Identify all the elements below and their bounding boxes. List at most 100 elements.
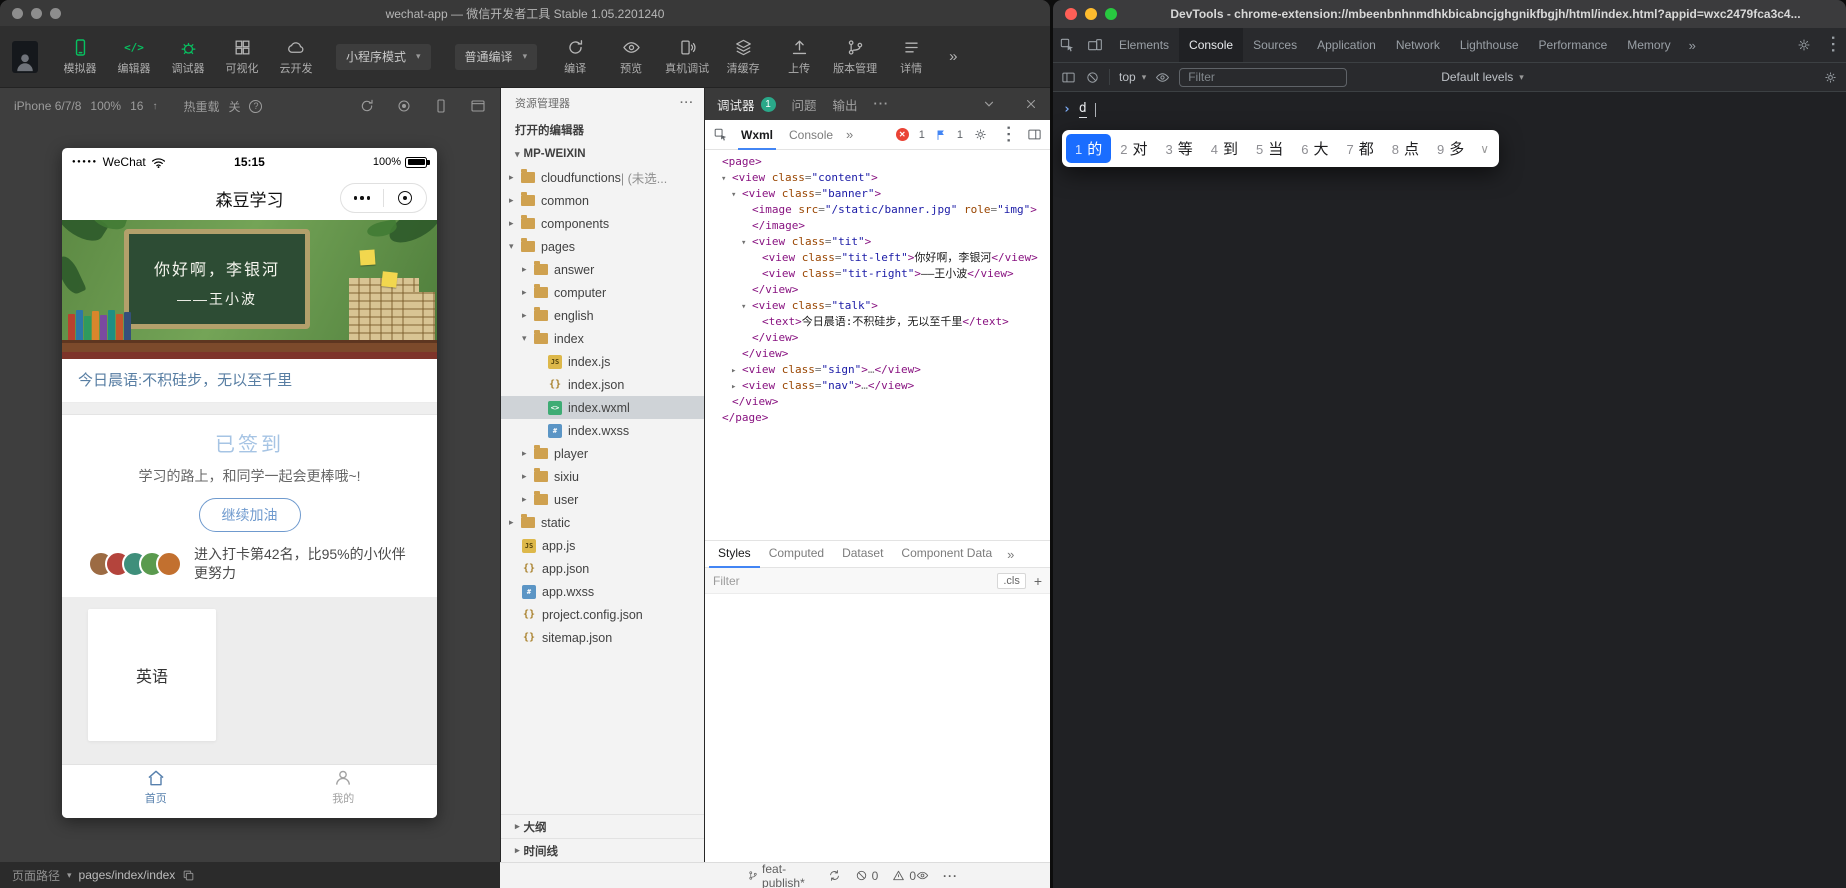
split-panel-icon[interactable] <box>1027 127 1042 142</box>
toolbar-button-simulator[interactable]: 模拟器 <box>54 37 106 76</box>
console-prompt[interactable]: › d <box>1053 92 1846 118</box>
menu-dots-icon[interactable] <box>341 196 383 200</box>
tree-item-player[interactable]: ▸ player <box>501 442 704 465</box>
toolbar-button-cloud[interactable]: 云开发 <box>270 37 322 76</box>
devtools-tab-memory[interactable]: Memory <box>1617 28 1680 62</box>
wxml-line[interactable]: </view> <box>705 282 1050 298</box>
cls-toggle[interactable]: .cls <box>997 572 1026 589</box>
tree-item-app.json[interactable]: {} app.json <box>501 557 704 580</box>
tab-home[interactable]: 首页 <box>62 765 250 808</box>
git-branch-indicator[interactable]: feat-publish* <box>748 862 814 888</box>
tree-item-index.js[interactable]: JS index.js <box>501 350 704 373</box>
wxml-line[interactable]: ▸ <view class="sign">…</view> <box>705 362 1050 378</box>
inspect-icon[interactable] <box>713 127 728 142</box>
compile-mode-select[interactable]: 普通编译 ▾ <box>454 43 538 70</box>
more-panels-icon[interactable]: » <box>846 127 853 142</box>
timeline-section[interactable]: ▸ 时间线 <box>501 838 704 862</box>
devtools-tab-lighthouse[interactable]: Lighthouse <box>1450 28 1529 62</box>
tab-problems[interactable]: 问题 <box>792 95 817 114</box>
context-select[interactable]: top ▾ <box>1119 70 1146 84</box>
tree-item-app.js[interactable]: JS app.js <box>501 534 704 557</box>
tree-item-computer[interactable]: ▸ computer <box>501 281 704 304</box>
ime-candidate[interactable]: 7都 <box>1338 134 1383 163</box>
details-button[interactable]: 详情 <box>885 37 937 76</box>
devtools-tab-performance[interactable]: Performance <box>1529 28 1618 62</box>
zoom-window-button[interactable] <box>1105 8 1117 20</box>
device-toolbar-icon[interactable] <box>1081 28 1109 62</box>
wxml-line[interactable]: </page> <box>705 410 1050 426</box>
detach-window-icon[interactable] <box>470 98 486 114</box>
wxml-line[interactable]: ▾ <view class="banner"> <box>705 186 1050 202</box>
style-tab-component-data[interactable]: Component Data <box>892 540 1001 568</box>
kebab-menu-icon[interactable]: ··· <box>1815 31 1846 59</box>
console-filter-input[interactable] <box>1179 67 1348 87</box>
clear-cache-button[interactable]: 清缓存 <box>717 37 769 76</box>
devtools-tab-console[interactable]: Console <box>1179 28 1244 62</box>
mode-select[interactable]: 小程序模式 ▾ <box>336 43 431 70</box>
style-tab-styles[interactable]: Styles <box>709 540 760 568</box>
tree-item-answer[interactable]: ▸ answer <box>501 258 704 281</box>
expand-arrow-icon[interactable]: ▾ <box>731 187 742 203</box>
page-path-label[interactable]: 页面路径 <box>12 867 60 884</box>
console-input-text[interactable]: d <box>1078 101 1087 118</box>
expand-arrow-icon[interactable]: ▸ <box>731 363 742 379</box>
restart-icon[interactable] <box>359 98 375 114</box>
keep-going-button[interactable]: 继续加油 <box>198 498 301 532</box>
tree-item-english[interactable]: ▸ english <box>501 304 704 327</box>
more-actions-icon[interactable]: ··· <box>680 97 694 109</box>
window-controls[interactable] <box>1065 8 1117 20</box>
inspect-icon[interactable] <box>1053 28 1081 62</box>
close-window-button[interactable] <box>12 7 23 19</box>
wxml-line[interactable]: <page> <box>705 154 1050 170</box>
version-control-button[interactable]: 版本管理 <box>829 37 881 76</box>
tree-item-sitemap.json[interactable]: {} sitemap.json <box>501 626 704 649</box>
wxml-line[interactable]: </view> <box>705 394 1050 410</box>
sync-indicator[interactable] <box>828 869 841 882</box>
eye-icon[interactable] <box>916 869 929 882</box>
remote-debug-button[interactable]: 真机调试 <box>661 37 713 76</box>
copy-icon[interactable] <box>182 869 195 882</box>
tree-item-static[interactable]: ▸ static <box>501 511 704 534</box>
user-avatar[interactable] <box>12 40 38 73</box>
wxml-line[interactable]: ▸ <view class="nav">…</view> <box>705 378 1050 394</box>
clear-console-icon[interactable] <box>1085 70 1100 85</box>
expand-arrow-icon[interactable]: ▸ <box>731 379 742 395</box>
device-select[interactable]: iPhone 6/7/8 <box>14 99 81 113</box>
ime-candidate[interactable]: 8点 <box>1383 134 1428 163</box>
tree-item-cloudfunctions[interactable]: ▸ cloudfunctions | (未选... <box>501 166 704 189</box>
inner-tab-console[interactable]: Console <box>786 120 836 150</box>
gear-icon[interactable] <box>973 127 988 142</box>
phone-frame-icon[interactable] <box>433 98 449 114</box>
wxml-line[interactable]: <view class="tit-right">——王小波</view> <box>705 266 1050 282</box>
network-indicator[interactable]: 16 <box>130 99 143 113</box>
toolbar-button-visualization[interactable]: 可视化 <box>216 37 268 76</box>
expand-arrow-icon[interactable]: ▾ <box>741 299 752 315</box>
collapse-panel-icon[interactable] <box>982 97 996 111</box>
open-editors-section[interactable]: 打开的编辑器 <box>501 118 704 142</box>
more-tabs-icon[interactable]: ··· <box>874 97 890 111</box>
tree-item-app.wxss[interactable]: # app.wxss <box>501 580 704 603</box>
wxml-line[interactable]: ▾ <view class="tit"> <box>705 234 1050 250</box>
console-settings-icon[interactable] <box>1823 70 1838 85</box>
help-icon[interactable]: ? <box>249 99 263 113</box>
upload-button[interactable]: 上传 <box>773 37 825 76</box>
course-card-english[interactable]: 英语 <box>88 609 216 741</box>
wxml-line[interactable]: ▾ <view class="content"> <box>705 170 1050 186</box>
style-tab-dataset[interactable]: Dataset <box>833 540 892 568</box>
ime-expand-icon[interactable]: ∨ <box>1480 142 1489 156</box>
tab-output[interactable]: 输出 <box>833 95 858 114</box>
ime-candidate[interactable]: 5当 <box>1247 134 1292 163</box>
console-area[interactable]: › d 1的2对3等4到5当6大7都8点9多 ∨ <box>1053 92 1846 888</box>
minimize-window-button[interactable] <box>1085 8 1097 20</box>
zoom-window-button[interactable] <box>50 7 61 19</box>
record-icon[interactable] <box>396 98 412 114</box>
outline-section[interactable]: ▸ 大纲 <box>501 814 704 838</box>
banner-image[interactable]: 你好啊，李银河 ——王小波 <box>62 220 437 352</box>
flag-icon[interactable] <box>935 129 947 141</box>
ime-candidate[interactable]: 4到 <box>1202 134 1247 163</box>
tree-item-index.wxml[interactable]: <> index.wxml <box>501 396 704 419</box>
devtools-tab-network[interactable]: Network <box>1386 28 1450 62</box>
wxml-line[interactable]: </image> <box>705 218 1050 234</box>
ime-candidate[interactable]: 1的 <box>1066 134 1112 163</box>
ime-candidate[interactable]: 9多 <box>1428 134 1473 163</box>
